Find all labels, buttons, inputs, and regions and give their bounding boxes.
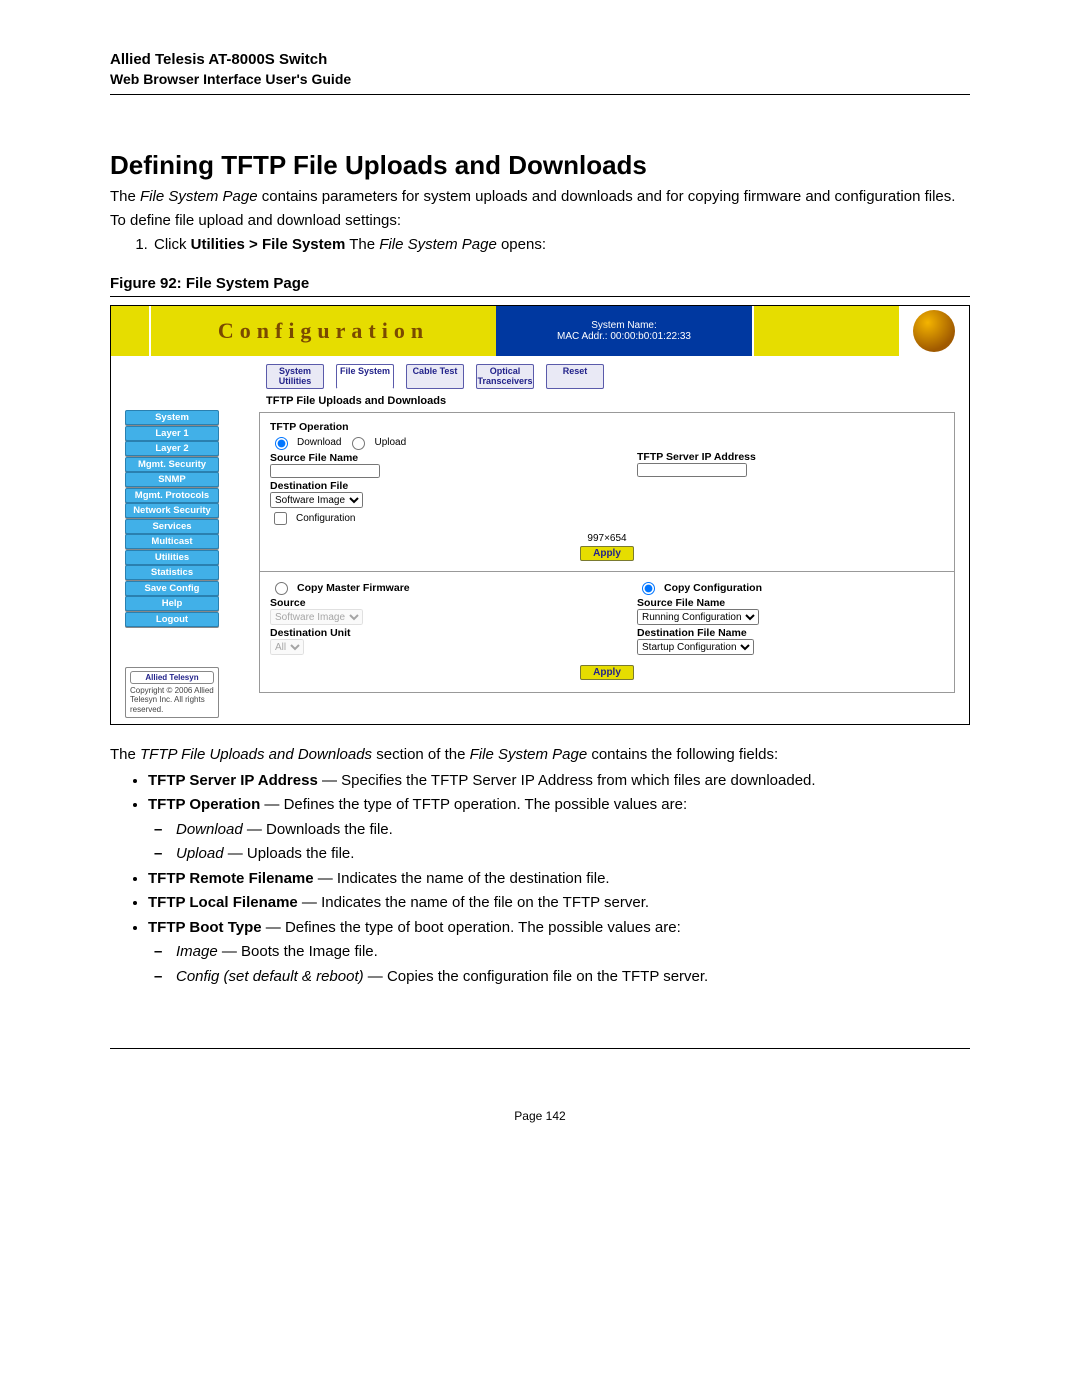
sidebar-item-save-config[interactable]: Save Config: [125, 581, 219, 596]
intro-paragraph-1: The File System Page contains parameters…: [110, 187, 970, 207]
tab-reset[interactable]: Reset: [546, 364, 604, 389]
configuration-checkbox[interactable]: [274, 512, 287, 525]
sidebar-item-statistics[interactable]: Statistics: [125, 565, 219, 580]
step-1: Click Utilities > File System The File S…: [152, 235, 970, 255]
sidebar-item-logout[interactable]: Logout: [125, 612, 219, 627]
header-rule: [110, 94, 970, 95]
source-file-name-2-label: Source File Name: [637, 597, 944, 609]
source-file-name-2-select[interactable]: Running Configuration: [637, 609, 759, 625]
tftp-operation-label: TFTP Operation: [270, 421, 577, 433]
copy-master-firmware-radio[interactable]: [275, 582, 288, 595]
download-label: Download: [297, 437, 341, 448]
destination-unit-select[interactable]: All: [270, 639, 304, 655]
field-sub-item: Upload — Uploads the file.: [176, 843, 970, 866]
tftp-server-ip-label: TFTP Server IP Address: [637, 451, 944, 463]
destination-file-name-2-select[interactable]: Startup Configuration: [637, 639, 754, 655]
sidebar-item-help[interactable]: Help: [125, 596, 219, 611]
sidebar-item-layer2[interactable]: Layer 2: [125, 441, 219, 456]
destination-file-select[interactable]: Software Image: [270, 492, 363, 508]
sidebar-item-mgmt-protocols[interactable]: Mgmt. Protocols: [125, 488, 219, 503]
footer-rule: [110, 1048, 970, 1049]
source-select[interactable]: Software Image: [270, 609, 363, 625]
page-number: Page 142: [110, 1109, 970, 1123]
sidebar-item-utilities[interactable]: Utilities: [125, 550, 219, 565]
sidebar-item-system[interactable]: System: [125, 410, 219, 425]
page-header: Allied Telesis AT-8000S Switch Web Brows…: [110, 50, 970, 88]
upload-label: Upload: [374, 437, 406, 448]
field-item: TFTP Remote Filename — Indicates the nam…: [148, 868, 970, 891]
tftp-server-ip-input[interactable]: [637, 463, 747, 477]
sidebar-item-services[interactable]: Services: [125, 519, 219, 534]
figure-caption: Figure 92: File System Page: [110, 275, 970, 292]
steps-list: Click Utilities > File System The File S…: [110, 235, 970, 255]
figure-rule: [110, 296, 970, 297]
figure-screenshot: Configuration System Name: MAC Addr.: 00…: [110, 305, 970, 725]
tabs-row: System Utilities File System Cable Test …: [266, 364, 969, 389]
globe-logo: [899, 306, 969, 356]
header-subtitle: Web Browser Interface User's Guide: [110, 70, 970, 88]
destination-file-name-2-label: Destination File Name: [637, 627, 944, 639]
section-title: Defining TFTP File Uploads and Downloads: [110, 150, 970, 181]
panel-heading: TFTP File Uploads and Downloads: [266, 395, 969, 407]
copyright-box: Allied Telesyn Copyright © 2006 Allied T…: [125, 667, 219, 718]
apply-button-2[interactable]: Apply: [580, 665, 634, 680]
tab-cable-test[interactable]: Cable Test: [406, 364, 464, 389]
copy-configuration-label: Copy Configuration: [664, 582, 762, 594]
field-sub-item: Image — Boots the Image file.: [176, 941, 970, 964]
source-file-name-label: Source File Name: [270, 452, 577, 464]
mac-addr-label: MAC Addr.: 00:00:b0:01:22:33: [557, 331, 691, 342]
tab-optical-transceivers[interactable]: Optical Transceivers: [476, 364, 534, 389]
sidebar-item-multicast[interactable]: Multicast: [125, 534, 219, 549]
copy-configuration-radio[interactable]: [642, 582, 655, 595]
sidebar-item-network-security[interactable]: Network Security: [125, 503, 219, 518]
tab-file-system[interactable]: File System: [336, 364, 394, 389]
apply-button-1[interactable]: Apply: [580, 546, 634, 561]
source-label: Source: [270, 597, 577, 609]
copyright-text: Copyright © 2006 Allied Telesyn Inc. All…: [130, 686, 214, 714]
banner-gap: [752, 306, 899, 356]
field-item: TFTP Local Filename — Indicates the name…: [148, 892, 970, 915]
source-file-name-input[interactable]: [270, 464, 380, 478]
system-info-bar: System Name: MAC Addr.: 00:00:b0:01:22:3…: [496, 306, 752, 356]
sidebar-item-mgmt-security[interactable]: Mgmt. Security: [125, 457, 219, 472]
globe-icon: [913, 310, 955, 352]
fields-list: TFTP Server IP Address — Specifies the T…: [110, 770, 970, 989]
field-item: TFTP Server IP Address — Specifies the T…: [148, 770, 970, 793]
tab-system-utilities[interactable]: System Utilities: [266, 364, 324, 389]
download-radio[interactable]: [275, 437, 288, 450]
destination-unit-label: Destination Unit: [270, 627, 577, 639]
system-name-label: System Name:: [591, 320, 657, 331]
sidebar: System Layer 1 Layer 2 Mgmt. Security SN…: [125, 410, 219, 717]
configuration-label: Configuration: [296, 513, 355, 524]
upload-radio[interactable]: [352, 437, 365, 450]
config-banner-text: Configuration: [218, 318, 429, 344]
brand-badge: Allied Telesyn: [130, 671, 214, 684]
field-sub-item: Download — Downloads the file.: [176, 819, 970, 842]
config-banner: Configuration: [151, 306, 496, 356]
field-sub-item: Config (set default & reboot) — Copies t…: [176, 966, 970, 989]
sidebar-item-snmp[interactable]: SNMP: [125, 472, 219, 487]
fields-lead: The TFTP File Uploads and Downloads sect…: [110, 745, 970, 765]
header-title: Allied Telesis AT-8000S Switch: [110, 50, 970, 70]
field-item: TFTP Operation — Defines the type of TFT…: [148, 794, 970, 866]
destination-file-label: Destination File: [270, 480, 577, 492]
copy-master-firmware-label: Copy Master Firmware: [297, 582, 410, 594]
banner-corner: [111, 306, 151, 356]
intro-paragraph-2: To define file upload and download setti…: [110, 211, 970, 231]
field-item: TFTP Boot Type — Defines the type of boo…: [148, 917, 970, 989]
sidebar-item-layer1[interactable]: Layer 1: [125, 426, 219, 441]
dimensions-label: 997×654: [270, 533, 944, 544]
content-panel: TFTP Operation Download Upload Source Fi…: [259, 412, 955, 693]
